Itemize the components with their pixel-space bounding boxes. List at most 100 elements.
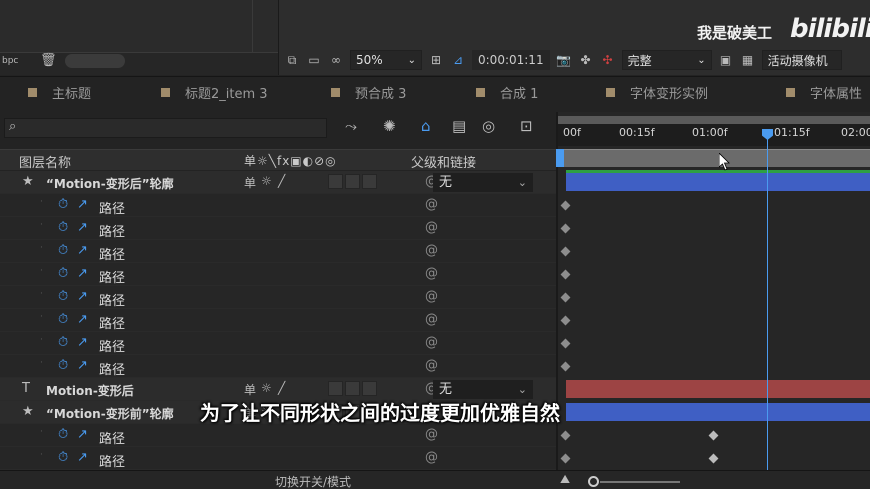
graph-editor-icon[interactable]: ⊡	[520, 117, 533, 135]
expression-pick-whip-icon[interactable]: @	[425, 266, 438, 281]
expression-pick-whip-icon[interactable]: @	[425, 335, 438, 350]
expression-pick-whip-icon[interactable]: @	[425, 243, 438, 258]
graph-icon[interactable]: ↗	[77, 427, 88, 442]
layer-duration-bar[interactable]	[566, 380, 870, 398]
graph-icon[interactable]: ↗	[77, 289, 88, 304]
stopwatch-icon[interactable]: ⏱	[58, 220, 68, 235]
layer-duration-bar[interactable]	[566, 173, 870, 191]
expression-pick-whip-icon[interactable]: @	[425, 450, 438, 465]
expression-pick-whip-icon[interactable]: @	[425, 197, 438, 212]
tab-font-properties[interactable]: 字体属性	[786, 83, 862, 102]
stopwatch-icon[interactable]: ⏱	[58, 358, 68, 373]
shy-switch-icon[interactable]: 单	[244, 174, 256, 191]
expression-pick-whip-icon[interactable]: @	[425, 312, 438, 327]
trash-icon[interactable]: 🗑	[40, 53, 57, 68]
layer-duration-bar[interactable]	[566, 403, 870, 421]
stopwatch-icon[interactable]: ⏱	[58, 312, 68, 327]
graph-icon[interactable]: ↗	[77, 335, 88, 350]
stopwatch-icon[interactable]: ⏱	[58, 450, 68, 465]
path-property-row[interactable]: · ⏱ ↗ 路径 @	[0, 447, 556, 470]
zoom-dropdown[interactable]: 50% ⌄	[350, 50, 422, 70]
collapse-switch-icon[interactable]: ☼	[261, 381, 272, 395]
path-property-row[interactable]: · ⏱ ↗ 路径 @	[0, 309, 556, 332]
shy-icon[interactable]: ⌂	[421, 117, 431, 135]
tab-title2-item3[interactable]: 标题2_item 3	[161, 83, 268, 102]
time-navigator[interactable]	[558, 116, 870, 124]
work-area-start-handle[interactable]	[556, 149, 564, 167]
bpc-label[interactable]: bpc	[2, 56, 18, 66]
camera-dropdown[interactable]: 活动摄像机	[761, 50, 842, 70]
stopwatch-icon[interactable]: ⏱	[58, 243, 68, 258]
region-of-interest-icon[interactable]: ⊿	[450, 53, 466, 67]
comp-mini-flowchart-icon[interactable]: ⤳	[345, 117, 357, 135]
layer-name[interactable]: “Motion-变形后”轮廓	[46, 175, 174, 192]
toggle-switches-modes-button[interactable]: 切换开关/模式	[275, 473, 351, 489]
tab-precomp-3[interactable]: 预合成 3	[331, 83, 406, 102]
parent-dropdown[interactable]: 无 ⌄	[433, 173, 533, 192]
collapse-switch-icon[interactable]: ☼	[261, 174, 272, 188]
graph-icon[interactable]: ↗	[77, 312, 88, 327]
path-property-row[interactable]: · ⏱ ↗ 路径 @	[0, 424, 556, 447]
resolution-dropdown[interactable]: 完整 ⌄	[621, 50, 712, 70]
stopwatch-icon[interactable]: ⏱	[58, 427, 68, 442]
zoom-slider-knob[interactable]	[588, 476, 599, 487]
path-property-row[interactable]: · ⏱ ↗ 路径 @	[0, 194, 556, 217]
tab-comp-1[interactable]: 合成 1	[476, 83, 538, 102]
work-area-bar[interactable]	[562, 149, 870, 167]
stopwatch-icon[interactable]: ⏱	[58, 335, 68, 350]
zoom-slider-track[interactable]	[600, 481, 680, 483]
path-property-row[interactable]: · ⏱ ↗ 路径 @	[0, 217, 556, 240]
draft-3d-icon[interactable]: ✺	[383, 117, 396, 135]
stopwatch-icon[interactable]: ⏱	[58, 266, 68, 281]
switch-box[interactable]	[345, 381, 360, 396]
expression-pick-whip-icon[interactable]: @	[425, 427, 438, 442]
project-scrollbar[interactable]	[65, 54, 125, 68]
switch-box[interactable]	[362, 381, 377, 396]
region-icon[interactable]: ▣	[718, 53, 734, 67]
camera-icon[interactable]: 📷	[556, 53, 572, 67]
layer-name-column[interactable]: 图层名称	[19, 152, 71, 171]
path-property-row[interactable]: · ⏱ ↗ 路径 @	[0, 240, 556, 263]
layer-name[interactable]: Motion-变形后	[46, 382, 134, 399]
path-property-row[interactable]: · ⏱ ↗ 路径 @	[0, 263, 556, 286]
quality-switch-icon[interactable]: ╱	[278, 381, 285, 395]
graph-icon[interactable]: ↗	[77, 450, 88, 465]
layer-row[interactable]: ★ “Motion-变形后”轮廓单 ☼ ╱ @ 无 ⌄	[0, 171, 556, 194]
graph-icon[interactable]: ↗	[77, 266, 88, 281]
switch-box[interactable]	[362, 174, 377, 189]
tab-font-morph-example[interactable]: 字体变形实例	[606, 83, 708, 102]
stopwatch-icon[interactable]: ⏱	[58, 289, 68, 304]
expression-pick-whip-icon[interactable]: @	[425, 220, 438, 235]
motion-blur-icon[interactable]: ◎	[482, 117, 495, 135]
frame-blending-icon[interactable]: ▤	[452, 117, 466, 135]
transparency-grid-icon[interactable]: ▦	[740, 53, 756, 67]
expression-pick-whip-icon[interactable]: @	[425, 358, 438, 373]
monitor-icon[interactable]: ▭	[306, 53, 322, 67]
show-snapshot-icon[interactable]: ✤	[578, 53, 594, 67]
stopwatch-icon[interactable]: ⏱	[58, 197, 68, 212]
timecode[interactable]: 0:00:01:11	[472, 50, 550, 70]
graph-icon[interactable]: ↗	[77, 220, 88, 235]
expression-pick-whip-icon[interactable]: @	[425, 289, 438, 304]
layer-name[interactable]: “Motion-变形前”轮廓	[46, 405, 174, 422]
quality-switch-icon[interactable]: ╱	[278, 174, 285, 188]
graph-icon[interactable]: ↗	[77, 243, 88, 258]
3d-glasses-icon[interactable]: ∞	[328, 53, 344, 67]
color-channels-icon[interactable]: ✣	[600, 53, 616, 67]
switch-box[interactable]	[345, 174, 360, 189]
switch-box[interactable]	[328, 381, 343, 396]
path-property-row[interactable]: · ⏱ ↗ 路径 @	[0, 355, 556, 378]
shy-switch-icon[interactable]: 单	[244, 381, 256, 398]
graph-icon[interactable]: ↗	[77, 358, 88, 373]
playhead-line[interactable]	[767, 133, 768, 489]
tab-main-title[interactable]: 主标题	[28, 83, 91, 102]
always-preview-icon[interactable]: ⧉	[284, 53, 300, 67]
graph-icon[interactable]: ↗	[77, 197, 88, 212]
switch-box[interactable]	[328, 174, 343, 189]
layer-search-input[interactable]	[4, 118, 327, 138]
parent-column[interactable]: 父级和链接	[411, 152, 476, 171]
zoom-out-icon[interactable]: ⛰	[560, 472, 570, 487]
path-property-row[interactable]: · ⏱ ↗ 路径 @	[0, 286, 556, 309]
path-property-row[interactable]: · ⏱ ↗ 路径 @	[0, 332, 556, 355]
fit-frame-icon[interactable]: ⊞	[428, 53, 444, 67]
